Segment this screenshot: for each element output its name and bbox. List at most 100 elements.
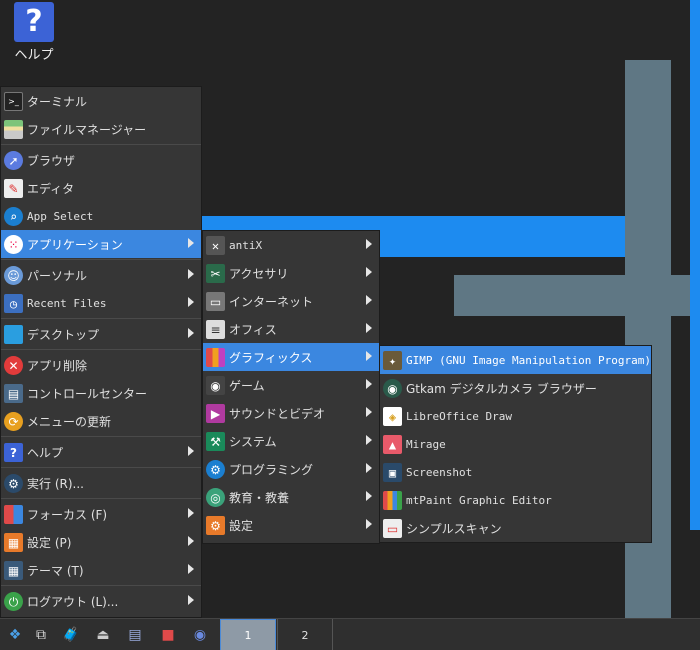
files-icon[interactable]: ▤: [122, 622, 148, 648]
menu-item-help[interactable]: ? ヘルプ: [1, 438, 201, 466]
menu-item-theme[interactable]: ▦ テーマ (T): [1, 556, 201, 584]
desktop-help-shortcut[interactable]: ? ヘルプ: [8, 2, 60, 63]
theme-icon: ▦: [4, 561, 23, 580]
menu-item-browser[interactable]: ➚ ブラウザ: [1, 146, 201, 174]
menu-item-label: 設定: [229, 518, 254, 533]
help-icon: ?: [14, 2, 54, 42]
submenu-item-system[interactable]: ⚒ システム: [203, 427, 379, 455]
chevron-right-icon: [366, 463, 372, 473]
folder-icon[interactable]: ■: [155, 622, 181, 648]
submenu-item-education[interactable]: ◎ 教育・教養: [203, 483, 379, 511]
menu-item-label: グラフィックス: [229, 350, 313, 365]
run-icon: ⚙: [4, 474, 23, 493]
menu-item-label: コントロールセンター: [27, 386, 148, 401]
internet-icon: ▭: [206, 292, 225, 311]
chevron-right-icon: [188, 446, 194, 456]
menu-item-label: パーソナル: [27, 268, 88, 283]
browser-icon[interactable]: ◉: [187, 622, 213, 648]
submenu-item-programming[interactable]: ⚙ プログラミング: [203, 455, 379, 483]
submenu-item-accessories[interactable]: ✂ アクセサリ: [203, 259, 379, 287]
menu-item-label: ブラウザ: [27, 153, 76, 168]
chevron-right-icon: [188, 328, 194, 338]
chevron-right-icon: [188, 297, 194, 307]
settings-icon: ⚙: [206, 516, 225, 535]
terminal-icon: >_: [4, 92, 23, 111]
applications-submenu: ✕ antiX ✂ アクセサリ ▭ インターネット ≡ オフィス グラフィックス ◉ ゲー…: [202, 230, 380, 544]
taskbar: ❖ ⧉ 🧳 ⏏ ▤ ■ ◉ 1 2: [0, 618, 700, 650]
menu-item-terminal[interactable]: >_ ターミナル: [1, 87, 201, 115]
help-icon: ?: [4, 443, 23, 462]
chevron-right-icon: [366, 351, 372, 361]
menu-item-label: アプリ削除: [27, 358, 88, 373]
workspace-pager-1[interactable]: 1: [220, 619, 276, 650]
menu-item-label: アプリケーション: [27, 237, 123, 252]
mtpaint-icon: [383, 491, 402, 510]
menu-separator: [1, 498, 201, 499]
menu-item-file-manager[interactable]: ファイルマネージャー: [1, 115, 201, 143]
workspace-pager-2[interactable]: 2: [277, 619, 333, 650]
menu-item-run[interactable]: ⚙ 実行 (R)...: [1, 469, 201, 497]
submenu-item-gtkam[interactable]: ◉ Gtkam デジタルカメラ ブラウザー: [380, 374, 651, 402]
menu-item-control-center[interactable]: ▤ コントロールセンター: [1, 379, 201, 407]
menu-item-preferences[interactable]: ▦ 設定 (P): [1, 528, 201, 556]
antix-icon: ✕: [206, 236, 225, 255]
submenu-item-simple-scan[interactable]: ▭ シンプルスキャン: [380, 514, 651, 542]
menu-item-editor[interactable]: ✎ エディタ: [1, 174, 201, 202]
menu-item-logout[interactable]: ⏻ ログアウト (L)...: [1, 587, 201, 615]
menu-item-menu-refresh[interactable]: ⟳ メニューの更新: [1, 407, 201, 435]
submenu-item-mirage[interactable]: ▲ Mirage: [380, 430, 651, 458]
menu-item-label: antiX: [229, 238, 263, 252]
menu-item-app-select[interactable]: ⌕ App Select: [1, 202, 201, 230]
chevron-right-icon: [366, 295, 372, 305]
submenu-item-internet[interactable]: ▭ インターネット: [203, 287, 379, 315]
package-icon[interactable]: 🧳: [58, 622, 84, 648]
submenu-item-mtpaint[interactable]: mtPaint Graphic Editor: [380, 486, 651, 514]
menu-separator: [1, 259, 201, 260]
chevron-right-icon: [188, 564, 194, 574]
menu-item-focus[interactable]: フォーカス (F): [1, 500, 201, 528]
eject-icon[interactable]: ⏏: [90, 622, 116, 648]
control-center-icon: ▤: [4, 384, 23, 403]
submenu-item-screenshot[interactable]: ▣ Screenshot: [380, 458, 651, 486]
menu-item-label: ターミナル: [27, 94, 88, 109]
sound-video-icon: ▶: [206, 404, 225, 423]
submenu-item-games[interactable]: ◉ ゲーム: [203, 371, 379, 399]
submenu-item-libreoffice-draw[interactable]: ◈ LibreOffice Draw: [380, 402, 651, 430]
logout-icon: ⏻: [4, 592, 23, 611]
chevron-right-icon: [188, 536, 194, 546]
windows-icon[interactable]: ⧉: [28, 622, 54, 648]
gimp-icon: ✦: [383, 351, 402, 370]
submenu-item-antix[interactable]: ✕ antiX: [203, 231, 379, 259]
chevron-right-icon: [188, 269, 194, 279]
menu-item-recent-files[interactable]: ◷ Recent Files: [1, 289, 201, 317]
personal-icon: ☺: [4, 266, 23, 285]
libreoffice-draw-icon: ◈: [383, 407, 402, 426]
submenu-item-gimp[interactable]: ✦ GIMP (GNU Image Manipulation Program): [380, 346, 651, 374]
remove-app-icon: ✕: [4, 356, 23, 375]
submenu-item-settings[interactable]: ⚙ 設定: [203, 511, 379, 539]
menu-item-label: シンプルスキャン: [406, 521, 502, 536]
menu-item-label: GIMP (GNU Image Manipulation Program): [406, 353, 652, 367]
menu-separator: [1, 436, 201, 437]
recent-files-icon: ◷: [4, 294, 23, 313]
start-menu-icon[interactable]: ❖: [2, 622, 28, 648]
menu-item-label: 教育・教養: [229, 490, 290, 505]
menu-item-desktop[interactable]: デスクトップ: [1, 320, 201, 348]
desktop-icon: [4, 325, 23, 344]
accessories-icon: ✂: [206, 264, 225, 283]
menu-item-label: mtPaint Graphic Editor: [406, 493, 552, 507]
menu-item-remove-app[interactable]: ✕ アプリ削除: [1, 351, 201, 379]
chevron-right-icon: [188, 238, 194, 248]
main-menu: >_ ターミナル ファイルマネージャー ➚ ブラウザ ✎ エディタ ⌕ App Sele…: [0, 86, 202, 618]
menu-item-label: Mirage: [406, 437, 446, 451]
submenu-item-office[interactable]: ≡ オフィス: [203, 315, 379, 343]
submenu-item-sound-video[interactable]: ▶ サウンドとビデオ: [203, 399, 379, 427]
menu-item-label: フォーカス (F): [27, 507, 108, 522]
menu-item-applications[interactable]: ⁙ アプリケーション: [1, 230, 201, 258]
chevron-right-icon: [366, 239, 372, 249]
submenu-item-graphics[interactable]: グラフィックス: [203, 343, 379, 371]
menu-item-personal[interactable]: ☺ パーソナル: [1, 261, 201, 289]
menu-item-label: エディタ: [27, 181, 75, 196]
gtkam-icon: ◉: [383, 379, 402, 398]
menu-item-label: LibreOffice Draw: [406, 409, 512, 423]
